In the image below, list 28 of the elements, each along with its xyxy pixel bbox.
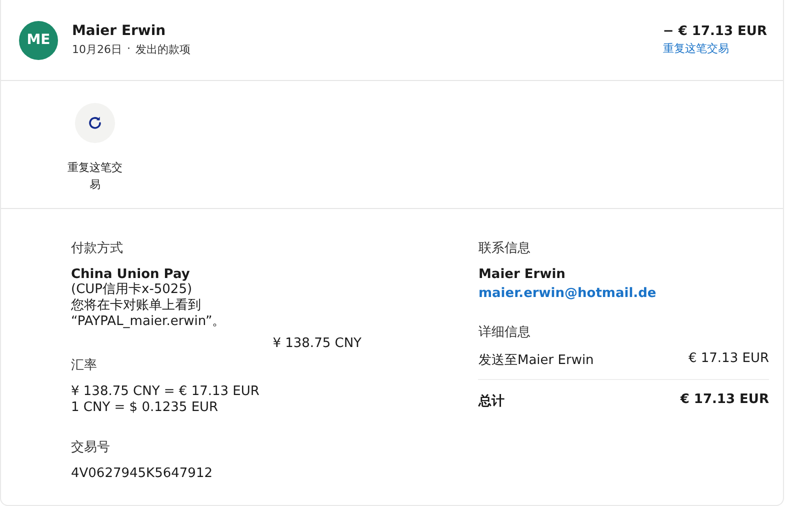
payment-amount: ¥ 138.75 CNY: [272, 336, 362, 352]
section-heading: 汇率: [71, 357, 98, 374]
detail-label: 发送至Maier Erwin: [478, 352, 594, 369]
transaction-amount: − € 17.13 EUR: [662, 24, 767, 39]
detail-value: € 17.13 EUR: [688, 351, 769, 368]
card-info: (CUP信用卡x-5025): [71, 282, 194, 298]
separator-dot: ·: [127, 42, 130, 57]
transaction-type: 发出的款项: [136, 42, 190, 57]
section-heading: 交易号: [71, 439, 111, 456]
section-heading: 详细信息: [478, 324, 532, 341]
email-link[interactable]: maier.erwin@hotmail.de: [478, 286, 769, 301]
refresh-icon: [87, 115, 103, 131]
total-value: € 17.13 EUR: [680, 392, 769, 409]
payee-name: Maier Erwin: [72, 23, 167, 39]
total-label: 总计: [478, 393, 504, 410]
transaction-id: 4V0627945K5647912: [71, 466, 214, 482]
exchange-rate: 1 CNY = $ 0.1235 EUR: [71, 400, 220, 416]
section-heading: 付款方式: [71, 240, 124, 257]
repeat-link[interactable]: 重复这笔交易: [662, 41, 729, 56]
payment-method: China Union Pay: [71, 267, 191, 282]
statement-note: 您将在卡对账单上看到: [71, 298, 202, 314]
repeat-button[interactable]: 重复这笔交易: [59, 103, 131, 193]
transaction-date: 10月26日: [72, 42, 122, 57]
section-heading: 联系信息: [478, 240, 532, 257]
contact-name: Maier Erwin: [478, 267, 566, 282]
conversion-text: ¥ 138.75 CNY = € 17.13 EUR: [71, 384, 260, 400]
statement-name: “PAYPAL_maier.erwin”。: [71, 314, 226, 330]
avatar: ME: [19, 20, 58, 60]
